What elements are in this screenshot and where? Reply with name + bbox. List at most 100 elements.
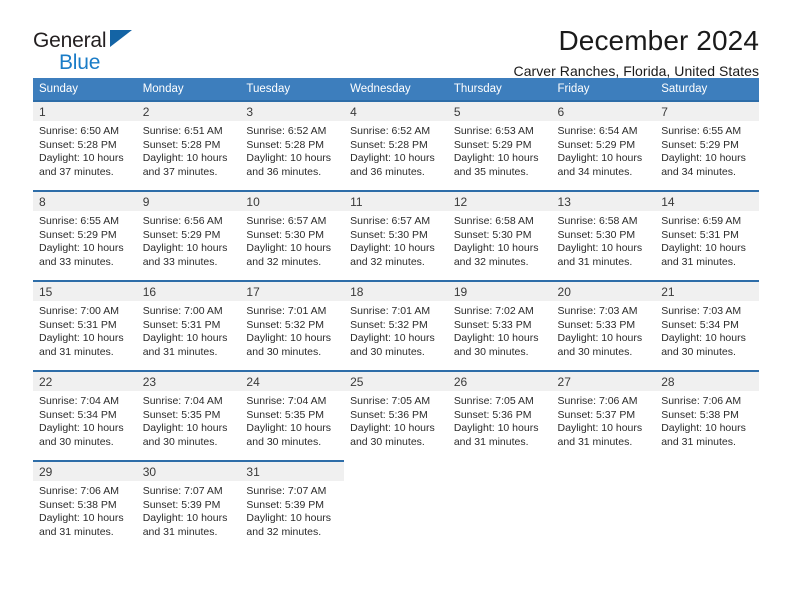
calendar-day-cell[interactable]: 24 Sunrise: 7:04 AM Sunset: 5:35 PM Dayligh… <box>240 370 345 460</box>
daylight-text-line1: Daylight: 10 hours <box>39 152 124 165</box>
day-details: Sunrise: 7:00 AM Sunset: 5:31 PM Daylight:… <box>33 301 137 359</box>
weekday-header-monday: Monday <box>136 78 241 100</box>
day-details: Sunrise: 6:51 AM Sunset: 5:28 PM Daylight:… <box>137 121 241 179</box>
calendar-day-cell[interactable]: 28 Sunrise: 7:06 AM Sunset: 5:38 PM Dayligh… <box>655 370 759 460</box>
day-details: Sunrise: 7:07 AM Sunset: 5:39 PM Daylight:… <box>240 481 344 539</box>
calendar-day-cell[interactable]: 11 Sunrise: 6:57 AM Sunset: 5:30 PM Dayligh… <box>344 190 448 280</box>
day-cell-inner: 28 Sunrise: 7:06 AM Sunset: 5:38 PM Dayligh… <box>655 370 759 460</box>
day-details: Sunrise: 7:06 AM Sunset: 5:38 PM Daylight:… <box>655 391 759 449</box>
sunset-text: Sunset: 5:36 PM <box>350 408 428 421</box>
daylight-text-line2: and 31 minutes. <box>142 345 218 358</box>
day-details: Sunrise: 7:03 AM Sunset: 5:33 PM Daylight:… <box>552 301 656 359</box>
sunset-text: Sunset: 5:29 PM <box>557 138 636 151</box>
daylight-text-line1: Daylight: 10 hours <box>453 422 539 435</box>
day-cell-inner: 9 Sunrise: 6:56 AM Sunset: 5:29 PM Daylight… <box>136 190 241 280</box>
daylight-text-line2: and 36 minutes. <box>350 165 425 178</box>
sunset-text: Sunset: 5:28 PM <box>142 138 221 151</box>
daylight-text-line2: and 31 minutes. <box>142 525 218 538</box>
calendar-day-cell[interactable]: 3 Sunrise: 6:52 AM Sunset: 5:28 PM Daylight… <box>240 100 345 190</box>
weekday-header-wednesday: Wednesday <box>344 78 448 100</box>
day-cell-inner: 16 Sunrise: 7:00 AM Sunset: 5:31 PM Dayligh… <box>136 280 241 370</box>
calendar-week-row: 1 Sunrise: 6:50 AM Sunset: 5:28 PM Daylight… <box>33 100 759 190</box>
page-header: General Blue December 2024 Carver Ranche… <box>33 0 759 80</box>
calendar-day-cell[interactable]: 10 Sunrise: 6:57 AM Sunset: 5:30 PM Dayligh… <box>240 190 345 280</box>
calendar-day-cell[interactable]: 20 Sunrise: 7:03 AM Sunset: 5:33 PM Dayligh… <box>551 280 656 370</box>
calendar-day-cell[interactable]: 18 Sunrise: 7:01 AM Sunset: 5:32 PM Dayligh… <box>344 280 448 370</box>
calendar-day-cell[interactable]: 1 Sunrise: 6:50 AM Sunset: 5:28 PM Daylight… <box>33 100 137 190</box>
day-cell-inner: 27 Sunrise: 7:06 AM Sunset: 5:37 PM Dayligh… <box>551 370 656 460</box>
sunrise-text: Sunrise: 6:55 AM <box>39 215 119 227</box>
calendar-day-cell[interactable]: 7 Sunrise: 6:55 AM Sunset: 5:29 PM Daylight… <box>655 100 759 190</box>
calendar-day-cell[interactable]: 23 Sunrise: 7:04 AM Sunset: 5:35 PM Dayligh… <box>136 370 241 460</box>
day-cell-inner: 31 Sunrise: 7:07 AM Sunset: 5:39 PM Dayligh… <box>240 460 345 550</box>
calendar-day-cell[interactable]: 15 Sunrise: 7:00 AM Sunset: 5:31 PM Dayligh… <box>33 280 137 370</box>
day-number: 7 <box>655 102 759 121</box>
brand-logo[interactable]: General Blue <box>33 26 163 73</box>
sunrise-text: Sunrise: 7:01 AM <box>350 305 431 317</box>
calendar-header-row: Sunday Monday Tuesday Wednesday Thursday Frid… <box>33 78 759 100</box>
day-details: Sunrise: 6:55 AM Sunset: 5:29 PM Daylight:… <box>655 121 759 179</box>
daylight-text-line2: and 37 minutes. <box>39 165 114 178</box>
daylight-text-line1: Daylight: 10 hours <box>246 512 332 525</box>
triangle-logo-icon <box>110 30 132 47</box>
day-details: Sunrise: 7:06 AM Sunset: 5:38 PM Daylight:… <box>33 481 137 539</box>
daylight-text-line2: and 36 minutes. <box>246 165 322 178</box>
calendar-day-cell[interactable]: 21 Sunrise: 7:03 AM Sunset: 5:34 PM Dayligh… <box>655 280 759 370</box>
sunrise-text: Sunrise: 7:07 AM <box>246 485 327 497</box>
day-cell-inner: 17 Sunrise: 7:01 AM Sunset: 5:32 PM Dayligh… <box>240 280 345 370</box>
calendar-day-cell[interactable]: 29 Sunrise: 7:06 AM Sunset: 5:38 PM Dayligh… <box>33 460 137 550</box>
day-details: Sunrise: 7:03 AM Sunset: 5:34 PM Daylight:… <box>655 301 759 359</box>
day-number: 29 <box>33 462 137 481</box>
calendar-day-cell[interactable]: 9 Sunrise: 6:56 AM Sunset: 5:29 PM Daylight… <box>136 190 241 280</box>
daylight-text-line1: Daylight: 10 hours <box>39 332 124 345</box>
day-number: 20 <box>551 282 656 301</box>
daylight-text-line1: Daylight: 10 hours <box>661 242 746 255</box>
sunset-text: Sunset: 5:32 PM <box>350 318 428 331</box>
calendar-day-cell[interactable]: 26 Sunrise: 7:05 AM Sunset: 5:36 PM Dayligh… <box>447 370 552 460</box>
calendar-day-cell[interactable]: 19 Sunrise: 7:02 AM Sunset: 5:33 PM Dayligh… <box>447 280 552 370</box>
day-cell-inner: 14 Sunrise: 6:59 AM Sunset: 5:31 PM Dayligh… <box>655 190 759 280</box>
day-number: 5 <box>447 102 552 121</box>
calendar-day-cell[interactable]: 25 Sunrise: 7:05 AM Sunset: 5:36 PM Dayligh… <box>344 370 448 460</box>
weekday-header-sunday: Sunday <box>33 78 137 100</box>
daylight-text-line1: Daylight: 10 hours <box>557 422 643 435</box>
sunset-text: Sunset: 5:29 PM <box>661 138 739 151</box>
day-cell-inner: 15 Sunrise: 7:00 AM Sunset: 5:31 PM Dayligh… <box>33 280 137 370</box>
calendar-day-cell[interactable]: 12 Sunrise: 6:58 AM Sunset: 5:30 PM Dayligh… <box>447 190 552 280</box>
calendar-day-cell[interactable]: 5 Sunrise: 6:53 AM Sunset: 5:29 PM Daylight… <box>447 100 552 190</box>
calendar-day-cell[interactable]: 6 Sunrise: 6:54 AM Sunset: 5:29 PM Daylight… <box>551 100 656 190</box>
calendar-day-cell[interactable]: 30 Sunrise: 7:07 AM Sunset: 5:39 PM Dayligh… <box>136 460 241 550</box>
sunrise-text: Sunrise: 6:54 AM <box>557 125 638 137</box>
day-number: 11 <box>344 192 448 211</box>
sunrise-text: Sunrise: 6:52 AM <box>350 125 431 137</box>
calendar-day-cell[interactable]: 17 Sunrise: 7:01 AM Sunset: 5:32 PM Dayligh… <box>240 280 345 370</box>
sunset-text: Sunset: 5:37 PM <box>557 408 636 421</box>
weekday-header-tuesday: Tuesday <box>240 78 345 100</box>
calendar-day-cell[interactable]: 8 Sunrise: 6:55 AM Sunset: 5:29 PM Daylight… <box>33 190 137 280</box>
sunset-text: Sunset: 5:30 PM <box>350 228 428 241</box>
brand-name-general: General <box>33 29 107 52</box>
sunrise-text: Sunrise: 6:57 AM <box>246 215 327 227</box>
calendar-day-cell[interactable]: 4 Sunrise: 6:52 AM Sunset: 5:28 PM Daylight… <box>344 100 448 190</box>
calendar-day-cell[interactable]: 27 Sunrise: 7:06 AM Sunset: 5:37 PM Dayligh… <box>551 370 656 460</box>
daylight-text-line2: and 31 minutes. <box>453 435 529 448</box>
calendar-day-cell[interactable]: 22 Sunrise: 7:04 AM Sunset: 5:34 PM Dayligh… <box>33 370 137 460</box>
calendar-page: General Blue December 2024 Carver Ranche… <box>0 0 792 612</box>
calendar-day-cell[interactable]: 2 Sunrise: 6:51 AM Sunset: 5:28 PM Daylight… <box>136 100 241 190</box>
calendar-week-row: 15 Sunrise: 7:00 AM Sunset: 5:31 PM Dayligh… <box>33 280 759 370</box>
day-number: 19 <box>447 282 552 301</box>
calendar-day-cell[interactable]: 16 Sunrise: 7:00 AM Sunset: 5:31 PM Dayligh… <box>136 280 241 370</box>
sunrise-text: Sunrise: 6:52 AM <box>246 125 327 137</box>
sunrise-text: Sunrise: 6:55 AM <box>661 125 742 137</box>
daylight-text-line2: and 30 minutes. <box>142 435 218 448</box>
calendar-day-cell[interactable]: 13 Sunrise: 6:58 AM Sunset: 5:30 PM Dayligh… <box>551 190 656 280</box>
sunrise-text: Sunrise: 7:04 AM <box>142 395 223 407</box>
day-number: 24 <box>240 372 345 391</box>
daylight-text-line2: and 30 minutes. <box>246 435 322 448</box>
day-cell-inner: 6 Sunrise: 6:54 AM Sunset: 5:29 PM Daylight… <box>551 100 656 190</box>
daylight-text-line1: Daylight: 10 hours <box>142 242 228 255</box>
day-details: Sunrise: 7:04 AM Sunset: 5:35 PM Daylight:… <box>137 391 241 449</box>
daylight-text-line2: and 31 minutes. <box>557 255 633 268</box>
calendar-day-cell[interactable]: 14 Sunrise: 6:59 AM Sunset: 5:31 PM Dayligh… <box>655 190 759 280</box>
calendar-day-cell[interactable]: 31 Sunrise: 7:07 AM Sunset: 5:39 PM Dayligh… <box>240 460 345 550</box>
